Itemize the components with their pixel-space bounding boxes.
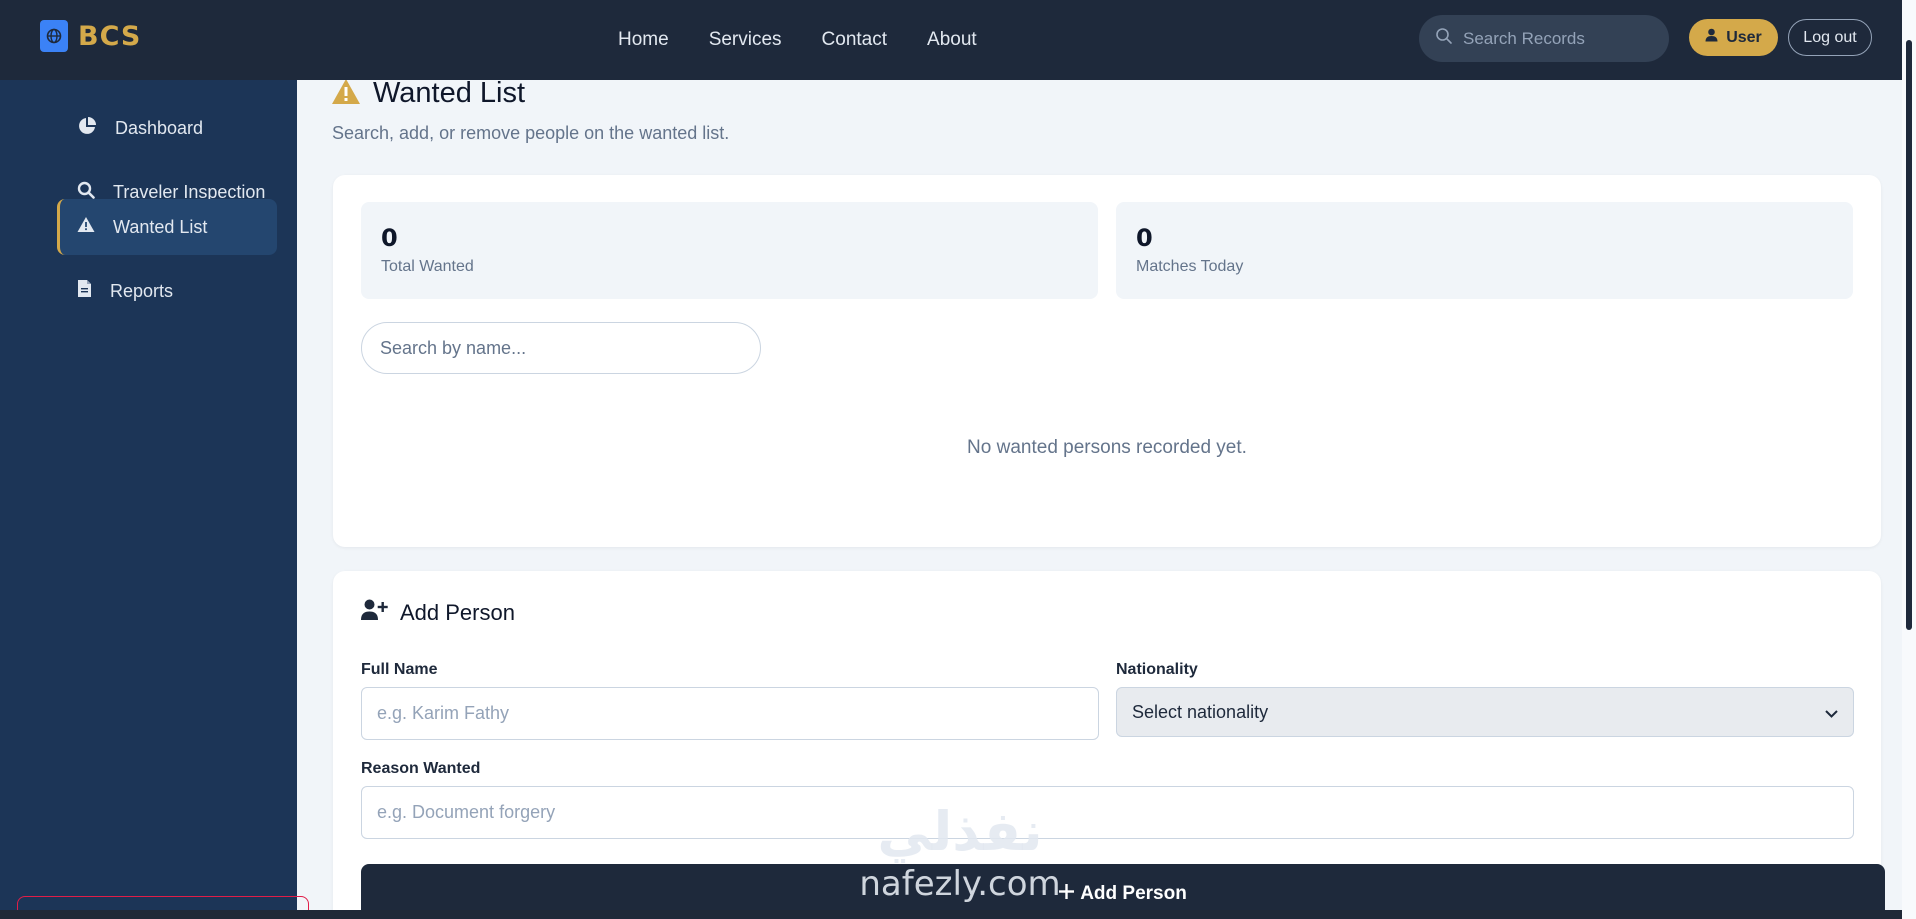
scrollbar-thumb[interactable] xyxy=(1906,40,1912,630)
stat-matches-today: 0 Matches Today xyxy=(1116,202,1853,299)
warning-icon xyxy=(77,216,95,238)
page-subtitle: Search, add, or remove people on the wan… xyxy=(332,123,730,143)
sidebar: Dashboard Traveler Inspection Wanted Lis… xyxy=(0,80,297,919)
nav-contact[interactable]: Contact xyxy=(822,29,887,51)
nav-services[interactable]: Services xyxy=(709,29,782,51)
reason-label: Reason Wanted xyxy=(361,760,481,777)
sidebar-item-label: Reports xyxy=(110,280,174,301)
bottom-taskbar-strip xyxy=(0,910,1916,919)
main-nav: Home Services Contact About xyxy=(618,0,977,80)
sidebar-item-reports[interactable]: Reports xyxy=(57,263,277,319)
add-person-header: Add Person xyxy=(361,599,515,626)
file-icon xyxy=(77,279,92,303)
user-button-label: User xyxy=(1726,28,1762,46)
add-person-title: Add Person xyxy=(400,599,515,625)
nav-about[interactable]: About xyxy=(927,29,977,51)
stat-label: Total Wanted xyxy=(381,258,474,275)
search-icon xyxy=(1435,27,1453,50)
name-search-input[interactable] xyxy=(361,322,761,374)
plus-icon xyxy=(1059,883,1075,905)
brand-name: BCS xyxy=(78,20,142,52)
pie-chart-icon xyxy=(77,116,97,141)
wanted-list-card: 0 Total Wanted 0 Matches Today No wanted… xyxy=(333,175,1881,547)
empty-state-message: No wanted persons recorded yet. xyxy=(967,437,1247,458)
sidebar-item-dashboard[interactable]: Dashboard xyxy=(57,100,277,156)
stat-value: 0 xyxy=(381,224,398,252)
add-person-card: Add Person Full Name Nationality Select … xyxy=(333,571,1885,919)
stat-label: Matches Today xyxy=(1136,258,1244,275)
full-name-field[interactable] xyxy=(361,687,1099,740)
sidebar-item-label: Wanted List xyxy=(113,216,208,237)
top-navbar: BCS Home Services Contact About User Log… xyxy=(0,0,1916,80)
user-button[interactable]: User xyxy=(1689,19,1778,56)
user-icon xyxy=(1705,28,1718,47)
stat-total-wanted: 0 Total Wanted xyxy=(361,202,1098,299)
warning-icon xyxy=(331,78,361,110)
brand[interactable]: BCS xyxy=(40,20,141,52)
page-title: Wanted List xyxy=(373,77,526,109)
records-search xyxy=(1419,15,1669,62)
reason-field[interactable] xyxy=(361,786,1854,839)
sidebar-item-wanted-list[interactable]: Wanted List xyxy=(57,199,277,255)
logout-button[interactable]: Log out xyxy=(1788,19,1872,56)
full-name-label: Full Name xyxy=(361,661,438,678)
page-scrollbar[interactable] xyxy=(1902,0,1916,919)
nationality-label: Nationality xyxy=(1116,661,1198,678)
nationality-selected-value: Select nationality xyxy=(1132,701,1269,722)
nav-home[interactable]: Home xyxy=(618,29,669,51)
sidebar-item-label: Dashboard xyxy=(115,117,204,138)
stat-value: 0 xyxy=(1136,224,1153,252)
add-person-button-label: Add Person xyxy=(1080,883,1187,904)
records-search-input[interactable] xyxy=(1463,28,1653,49)
chevron-down-icon xyxy=(1825,702,1838,723)
nationality-select[interactable]: Select nationality xyxy=(1116,687,1854,737)
passport-icon xyxy=(40,20,68,52)
page-header: Wanted List xyxy=(331,77,525,110)
user-plus-icon xyxy=(361,599,388,626)
